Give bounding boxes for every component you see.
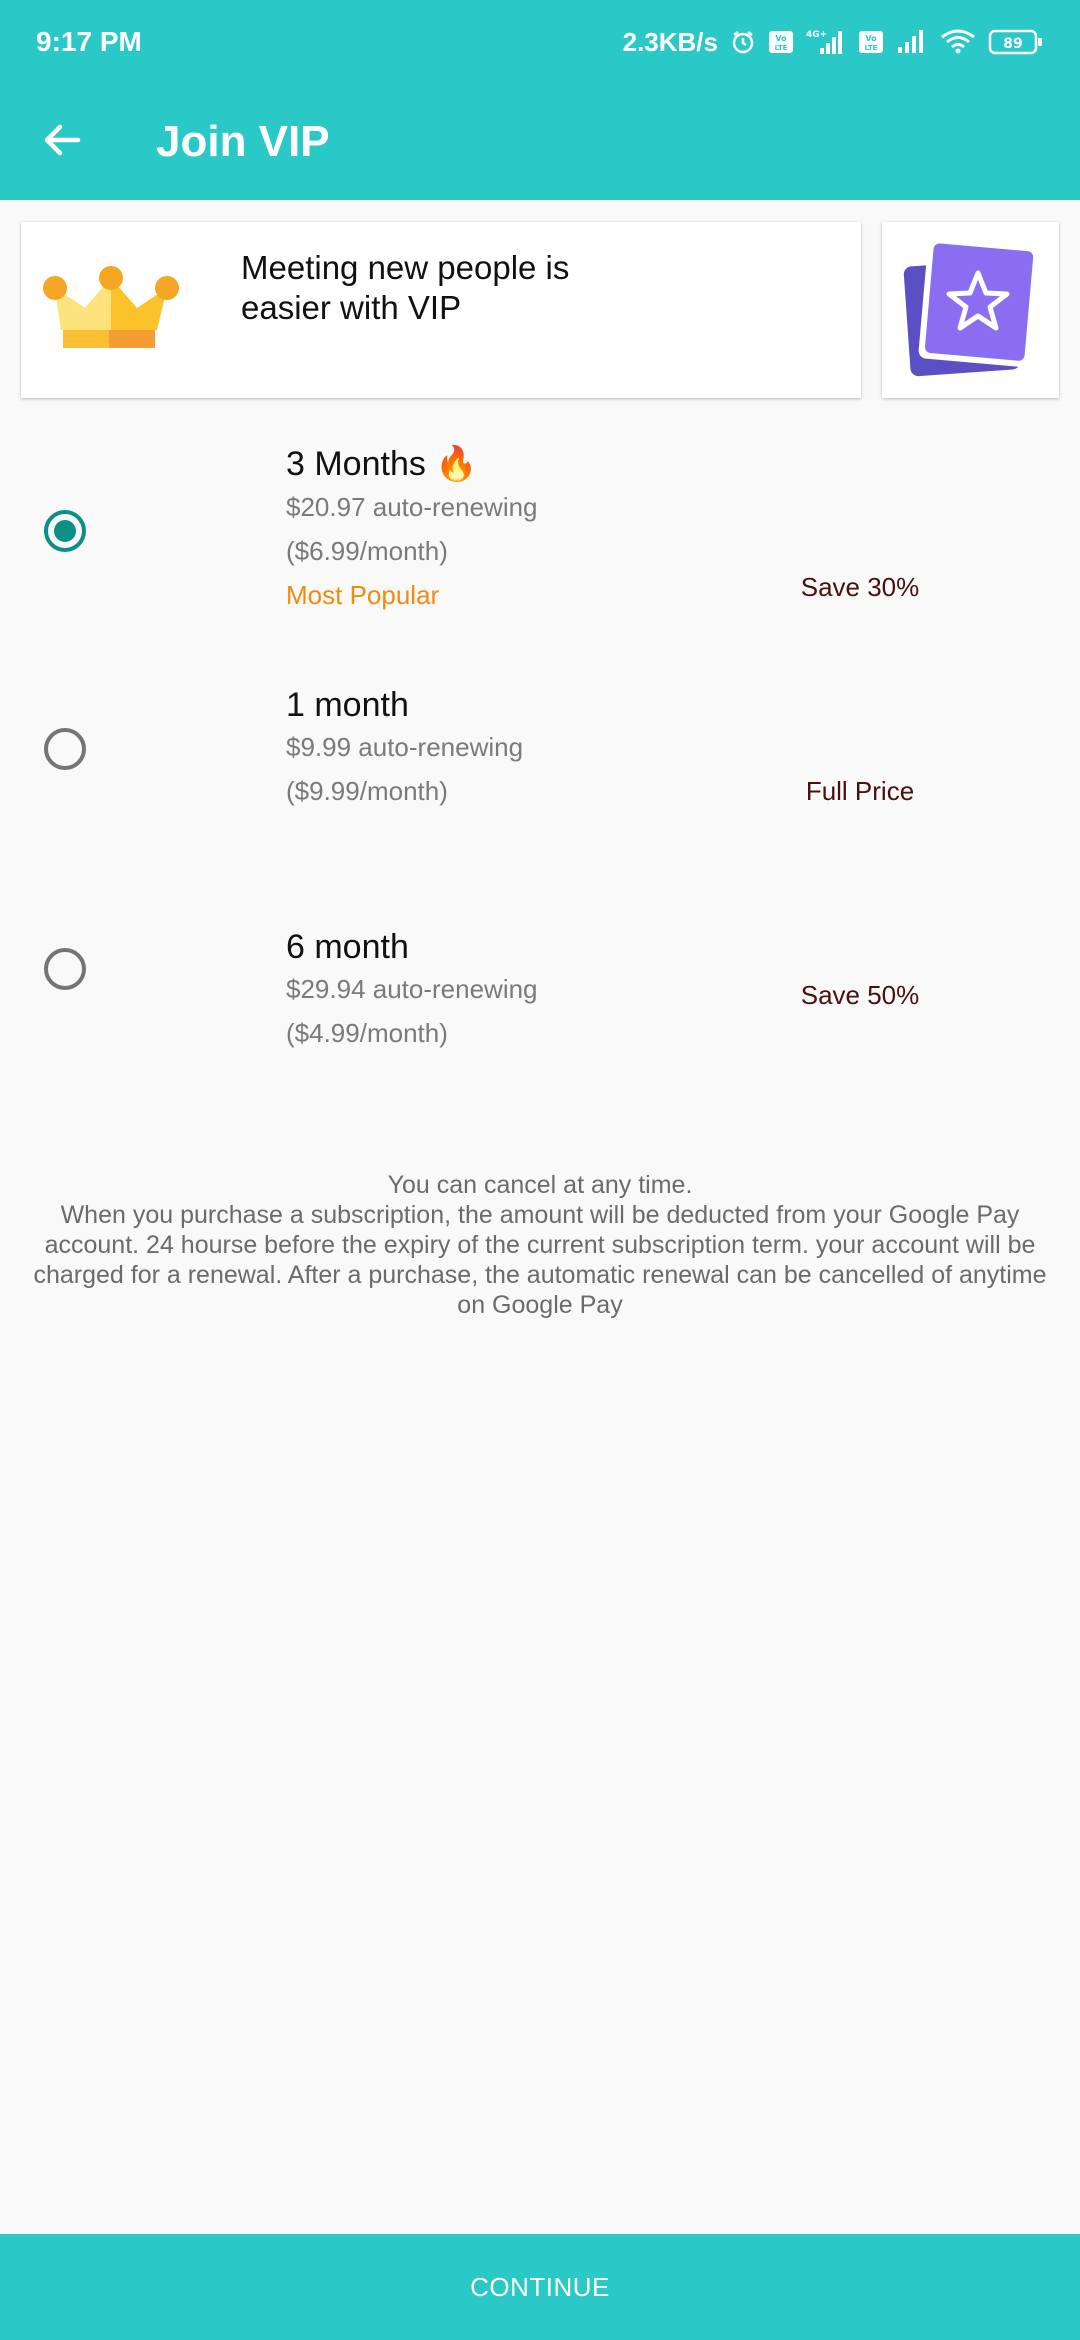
signal-icon: [896, 29, 928, 55]
fire-icon: 🔥: [435, 445, 478, 483]
vip-banner: Meeting new people is easier with VIP: [21, 222, 861, 398]
app-bar: Join VIP: [0, 84, 1080, 200]
svg-text:4G+: 4G+: [806, 30, 827, 40]
plan-per-month: ($4.99/month): [286, 1018, 448, 1048]
plan-price: $29.94 auto-renewing: [286, 974, 538, 1004]
banner-text: Meeting new people is easier with VIP: [241, 249, 570, 326]
plan-per-month: ($6.99/month): [286, 536, 448, 566]
status-time: 9:17 PM: [36, 26, 142, 57]
plan-title: 3 Months 🔥: [286, 445, 478, 483]
plan-per-month: ($9.99/month): [286, 776, 448, 806]
svg-text:Vo: Vo: [865, 34, 877, 43]
back-button[interactable]: [14, 94, 110, 190]
svg-text:89: 89: [1003, 36, 1022, 52]
subscription-disclaimer: You can cancel at any time. When you pur…: [30, 1170, 1050, 1320]
network-speed: 2.3KB/s: [622, 26, 718, 57]
battery-icon: 89: [988, 28, 1044, 56]
plan-title: 6 month: [286, 928, 409, 966]
plan-price: $20.97 auto-renewing: [286, 492, 538, 522]
status-bar: 9:17 PM 2.3KB/s Vo LTE 4G+ Vo LTE 89: [0, 0, 1080, 84]
volte-icon: Vo LTE: [858, 29, 884, 55]
plan-option-1-month[interactable]: 1 month $9.99 auto-renewing ($9.99/month…: [0, 674, 1080, 874]
plan-savings: Save 50%: [800, 980, 920, 1010]
svg-text:Vo: Vo: [775, 34, 787, 43]
wifi-icon: [940, 29, 976, 55]
volte-icon: Vo LTE: [768, 29, 794, 55]
cancel-note: You can cancel at any time.: [387, 1171, 693, 1199]
page-title: Join VIP: [156, 117, 330, 166]
arrow-back-icon: [40, 118, 84, 167]
plan-savings: Save 30%: [800, 572, 920, 602]
plan-option-3-months[interactable]: 3 Months 🔥 $20.97 auto-renewing ($6.99/m…: [0, 430, 1080, 630]
status-icons: 2.3KB/s Vo LTE 4G+ Vo LTE 89: [623, 27, 1044, 58]
plan-savings: Full Price: [805, 776, 915, 806]
svg-text:LTE: LTE: [775, 44, 788, 52]
radio-button-selected[interactable]: [44, 510, 86, 552]
radio-button[interactable]: [44, 728, 86, 770]
plan-option-6-month[interactable]: 6 month $29.94 auto-renewing ($4.99/mont…: [0, 916, 1080, 1116]
svg-text:LTE: LTE: [865, 44, 878, 52]
radio-button[interactable]: [44, 948, 86, 990]
disclaimer-body: When you purchase a subscription, the am…: [33, 1201, 1047, 1319]
star-cards-icon: [901, 233, 1041, 388]
plan-title: 1 month: [286, 686, 409, 724]
side-card[interactable]: [882, 222, 1059, 398]
plan-price: $9.99 auto-renewing: [286, 732, 524, 762]
signal-4g-icon: 4G+: [806, 28, 846, 56]
alarm-icon: [730, 29, 756, 55]
most-popular-badge: Most Popular: [286, 580, 440, 610]
crown-icon: [41, 264, 181, 361]
continue-button[interactable]: CONTINUE: [0, 2234, 1080, 2340]
